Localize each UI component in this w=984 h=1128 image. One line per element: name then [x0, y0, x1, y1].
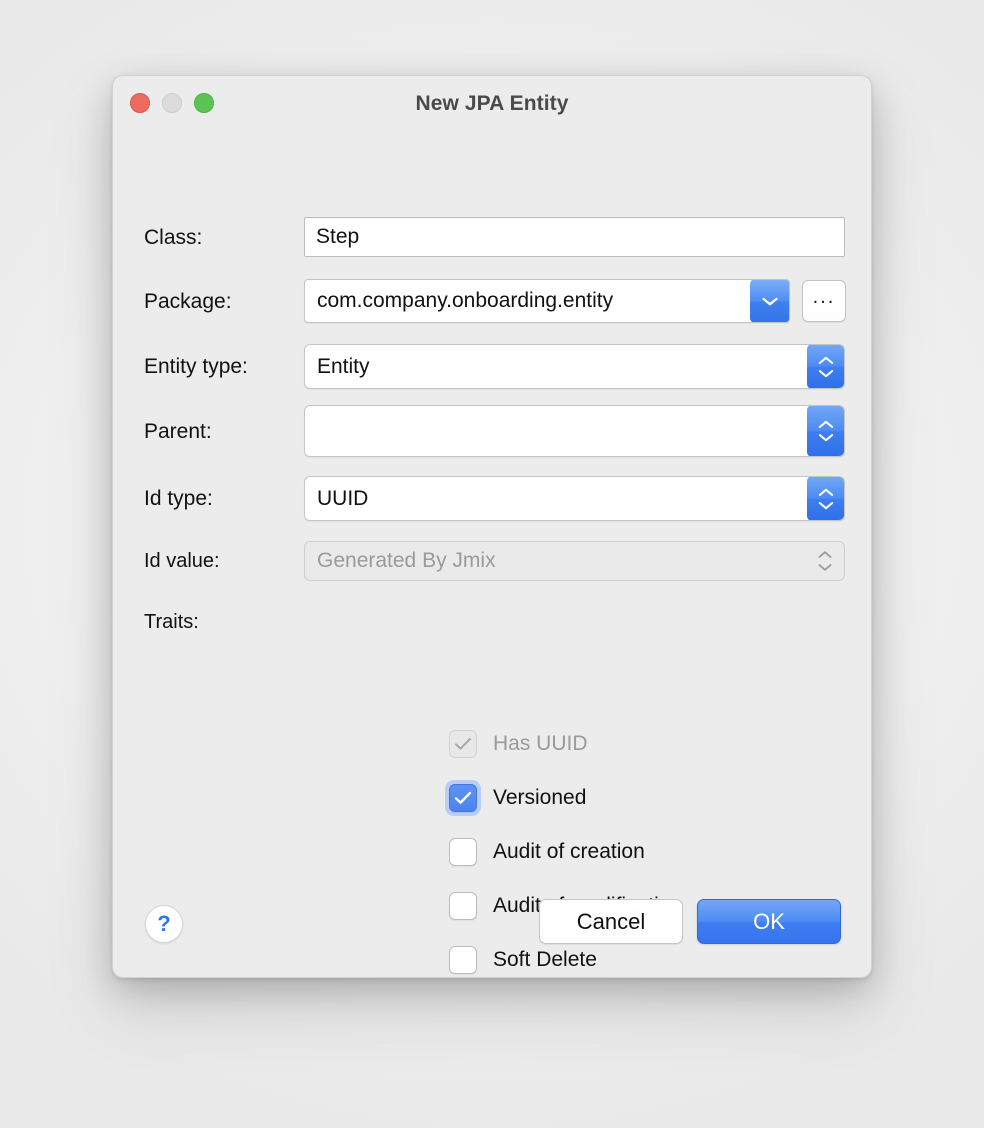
id-value-value: Generated By Jmix: [305, 549, 806, 573]
id-type-value: UUID: [305, 487, 807, 511]
id-type-combo[interactable]: UUID: [304, 476, 845, 521]
entity-type-label: Entity type:: [144, 356, 304, 377]
chevron-up-down-icon[interactable]: [807, 405, 845, 457]
check-icon: [454, 791, 472, 805]
package-value: com.company.onboarding.entity: [305, 289, 750, 313]
window-title: New JPA Entity: [113, 92, 871, 116]
cancel-button[interactable]: Cancel: [539, 899, 683, 944]
trait-row-versioned[interactable]: Versioned: [449, 771, 682, 825]
chevron-up-down-icon: [806, 542, 844, 580]
checkbox-has-uuid: [449, 730, 477, 758]
trait-label-has-uuid: Has UUID: [493, 732, 588, 756]
traits-label: Traits:: [144, 612, 304, 632]
dialog-actions: Cancel OK: [539, 899, 841, 944]
chevron-up-down-icon[interactable]: [807, 476, 845, 521]
checkbox-wrap: [445, 726, 481, 762]
check-icon: [454, 737, 472, 751]
new-jpa-entity-dialog: New JPA Entity Class: Step Package: com.…: [112, 75, 872, 978]
package-browse-button[interactable]: ...: [802, 280, 846, 322]
id-value-label: Id value:: [144, 551, 304, 571]
field-row-parent: Parent:: [144, 405, 871, 457]
field-row-entity-type: Entity type: Entity: [144, 344, 871, 389]
field-row-package: Package: com.company.onboarding.entity .…: [144, 279, 871, 323]
ok-button[interactable]: OK: [697, 899, 841, 944]
id-value-combo: Generated By Jmix: [304, 541, 845, 581]
id-type-label: Id type:: [144, 488, 304, 509]
field-row-traits: Traits:: [144, 612, 871, 632]
help-button[interactable]: ?: [145, 905, 183, 943]
checkbox-focus-ring: [445, 780, 481, 816]
chevron-up-glyph: [818, 420, 834, 429]
entity-type-value: Entity: [305, 355, 807, 379]
package-label: Package:: [144, 291, 304, 312]
chevron-down-glyph: [818, 433, 834, 442]
checkbox-wrap: [445, 834, 481, 870]
trait-row-has-uuid[interactable]: Has UUID: [449, 717, 682, 771]
window-titlebar: New JPA Entity: [113, 76, 871, 134]
chevron-down-icon[interactable]: [750, 279, 790, 323]
class-label: Class:: [144, 227, 304, 248]
checkbox-versioned[interactable]: [449, 784, 477, 812]
chevron-down-glyph: [817, 563, 833, 572]
trait-label-versioned: Versioned: [493, 786, 586, 810]
field-row-class: Class: Step: [144, 217, 871, 257]
checkbox-audit-of-creation[interactable]: [449, 838, 477, 866]
chevron-down-glyph: [818, 501, 834, 510]
chevron-up-glyph: [817, 550, 833, 559]
chevron-up-down-icon[interactable]: [807, 344, 845, 389]
trait-label-audit-of-creation: Audit of creation: [493, 840, 645, 864]
chevron-up-glyph: [818, 488, 834, 497]
entity-type-combo[interactable]: Entity: [304, 344, 845, 389]
field-row-id-value: Id value: Generated By Jmix: [144, 541, 871, 581]
trait-row-audit-of-creation[interactable]: Audit of creation: [449, 825, 682, 879]
chevron-down-glyph: [818, 369, 834, 378]
chevron-down-glyph: [762, 297, 778, 306]
parent-combo[interactable]: [304, 405, 845, 457]
field-row-id-type: Id type: UUID: [144, 476, 871, 521]
package-combo[interactable]: com.company.onboarding.entity: [304, 279, 790, 323]
chevron-up-glyph: [818, 356, 834, 365]
dialog-footer: ? Cancel OK: [113, 885, 871, 977]
parent-label: Parent:: [144, 421, 304, 442]
class-input[interactable]: Step: [304, 217, 845, 257]
